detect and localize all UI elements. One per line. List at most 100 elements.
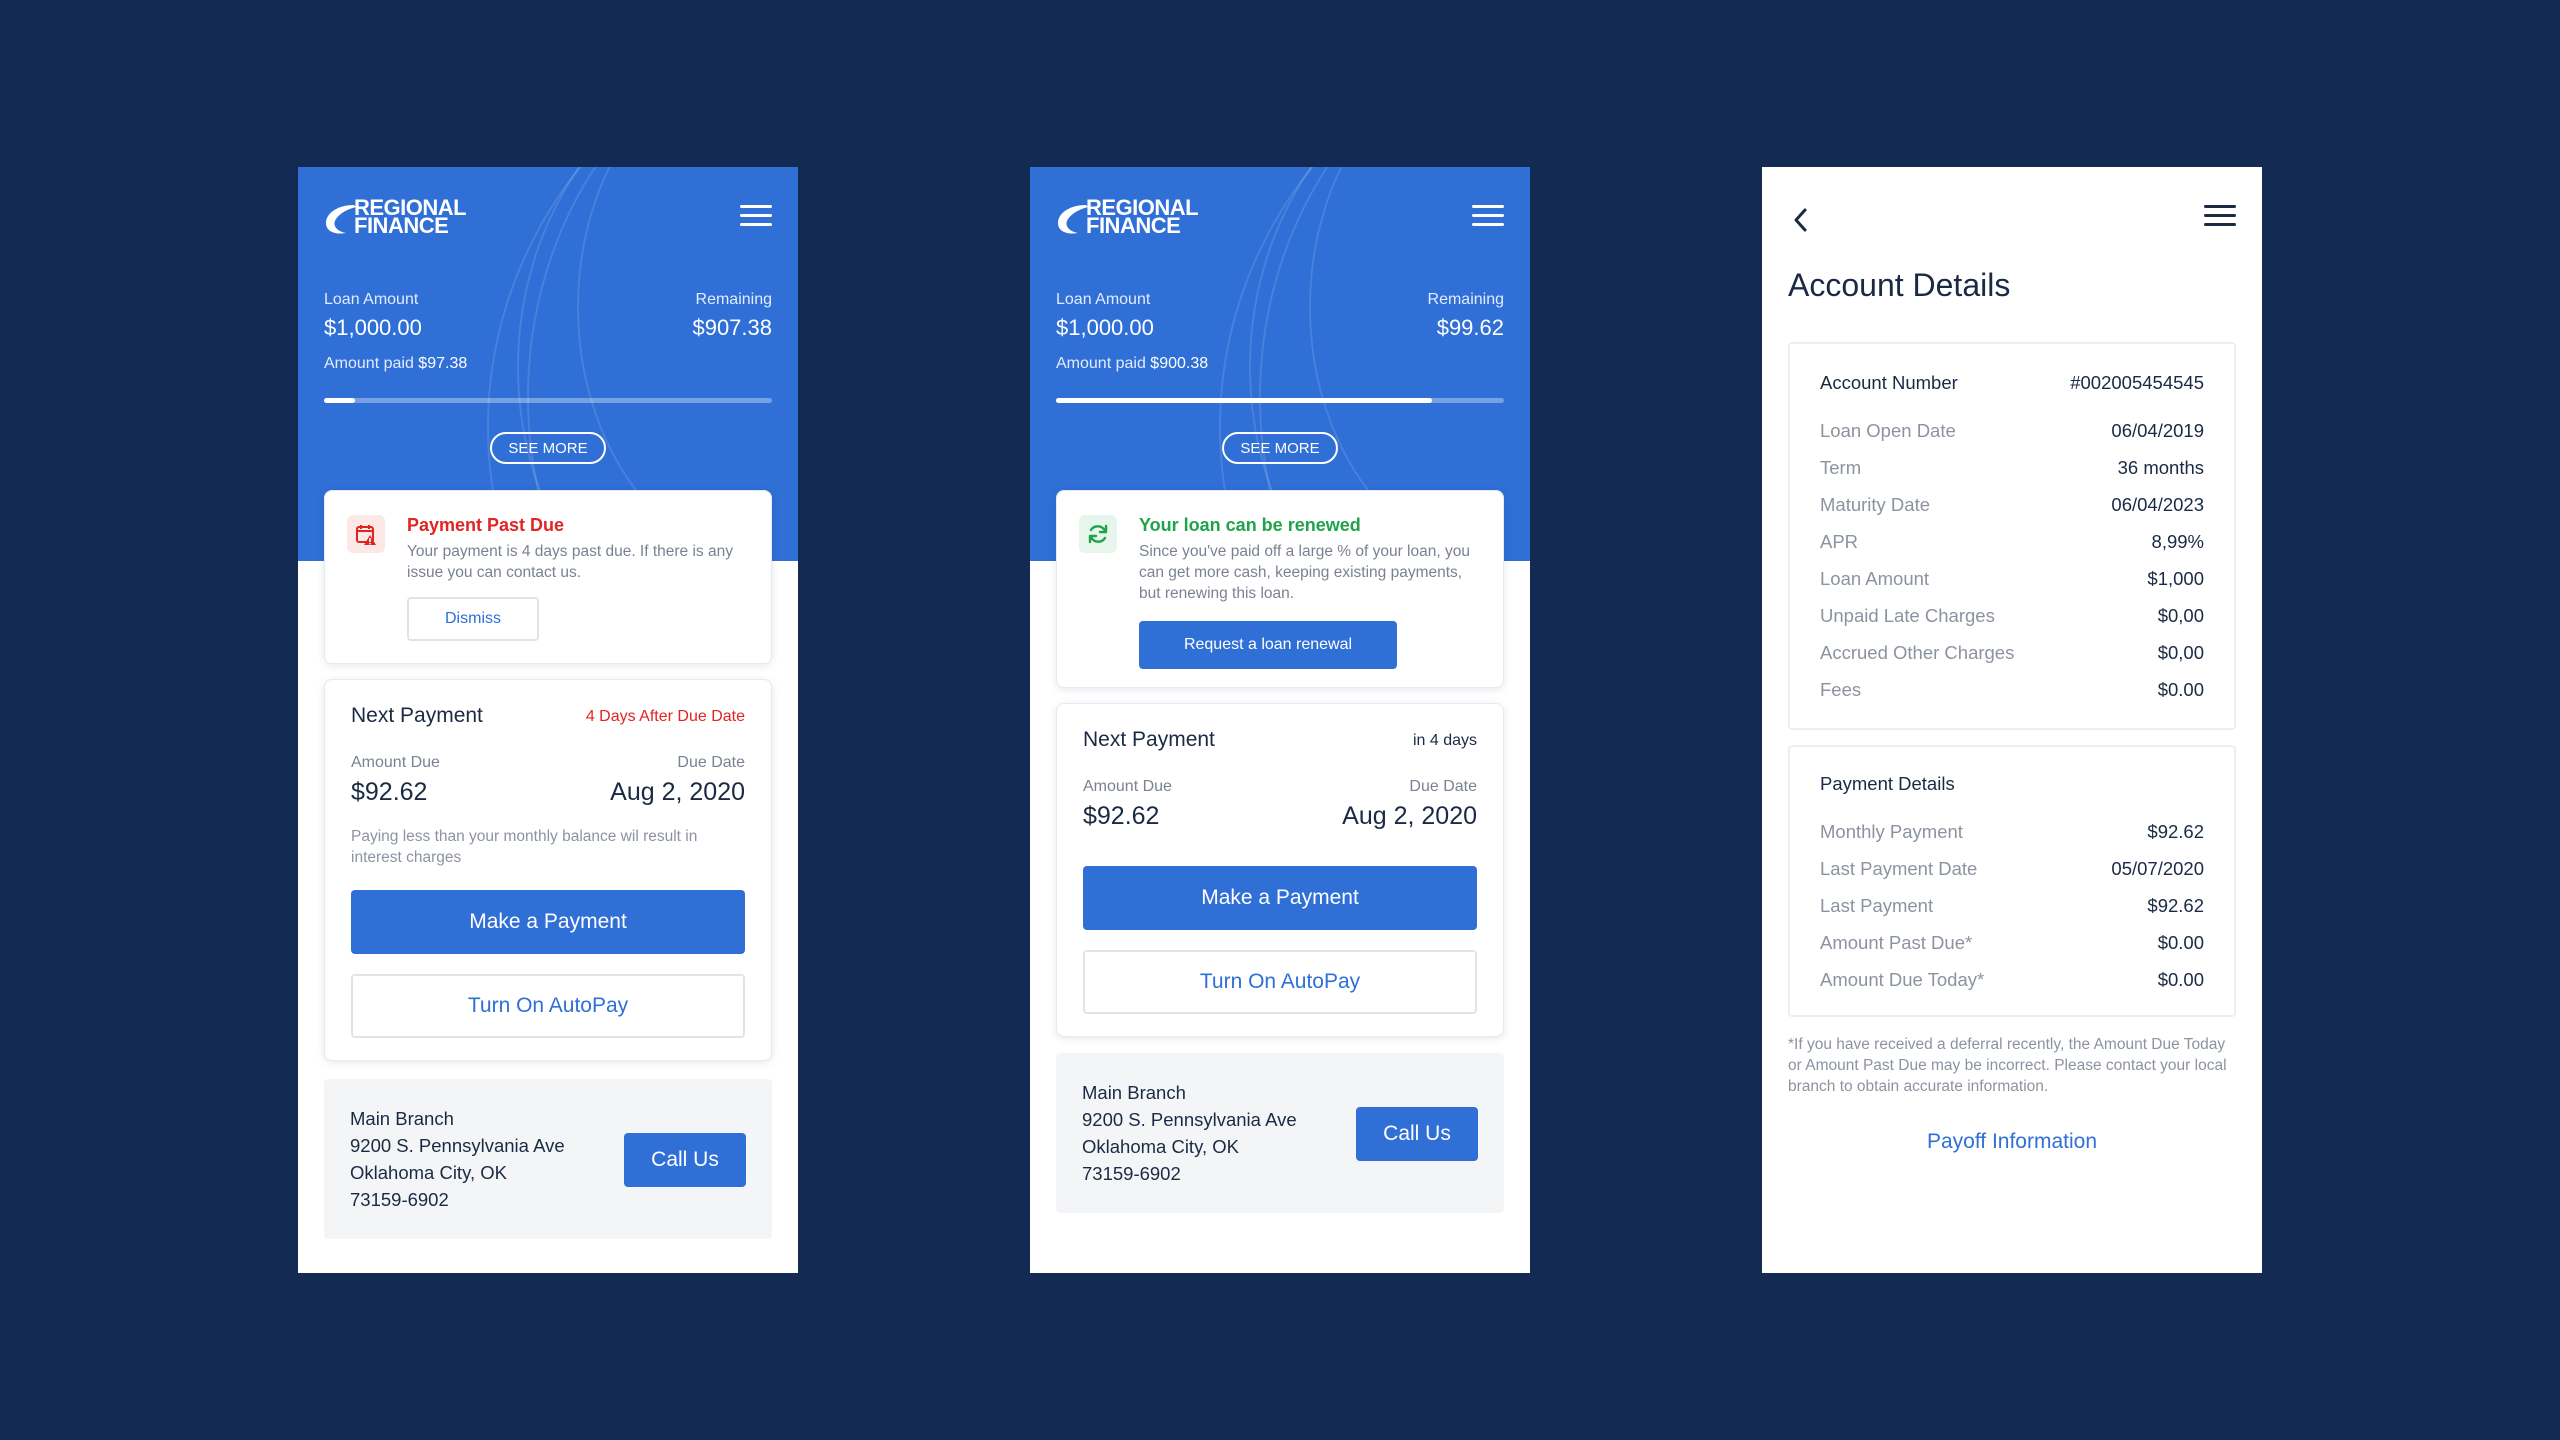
remaining-value: $907.38 bbox=[692, 315, 772, 340]
back-arrow-icon[interactable] bbox=[1792, 207, 1810, 238]
detail-row: Loan Open Date 06/04/2019 bbox=[1820, 420, 2204, 444]
due-status-badge: 4 Days After Due Date bbox=[585, 708, 745, 725]
loan-progress-bar bbox=[324, 398, 772, 403]
amount-due-value: $92.62 bbox=[351, 778, 428, 806]
branch-name: Main Branch bbox=[1082, 1082, 1186, 1103]
detail-row: Accrued Other Charges $0,00 bbox=[1820, 642, 2204, 666]
detail-label: Amount Past Due* bbox=[1820, 932, 1973, 953]
detail-row: Last Payment $92.62 bbox=[1820, 895, 2204, 919]
detail-value: $0,00 bbox=[2157, 642, 2204, 663]
page-title: Account Details bbox=[1788, 267, 2011, 303]
account-info-box: Account Number #002005454545 Loan Open D… bbox=[1788, 342, 2236, 730]
amount-due-value: $92.62 bbox=[1083, 802, 1160, 830]
amount-paid: Amount paid $900.38 bbox=[1056, 355, 1208, 373]
payoff-information-link[interactable]: Payoff Information bbox=[1762, 1130, 2262, 1154]
renewal-alert-card: Your loan can be renewed Since you've pa… bbox=[1056, 490, 1504, 688]
detail-label: Last Payment bbox=[1820, 895, 1934, 916]
detail-value: $0.00 bbox=[2157, 679, 2204, 700]
account-number-row: Account Number #002005454545 bbox=[1820, 372, 2204, 396]
next-payment-card: Next Payment 4 Days After Due Date Amoun… bbox=[324, 679, 772, 1061]
branch-street: 9200 S. Pennsylvania Ave bbox=[350, 1135, 565, 1156]
detail-row: APR 8,99% bbox=[1820, 531, 2204, 555]
autopay-button[interactable]: Turn On AutoPay bbox=[1083, 950, 1477, 1014]
menu-icon[interactable] bbox=[1472, 205, 1504, 229]
regional-finance-logo: REGIONAL FINANCE bbox=[324, 197, 484, 237]
menu-icon[interactable] bbox=[740, 205, 772, 229]
account-number-label: Account Number bbox=[1820, 372, 1958, 393]
request-renewal-button[interactable]: Request a loan renewal bbox=[1139, 621, 1397, 669]
next-payment-card: Next Payment in 4 days Amount Due Due Da… bbox=[1056, 703, 1504, 1037]
make-payment-button[interactable]: Make a Payment bbox=[1083, 866, 1477, 930]
due-date-label: Due Date bbox=[677, 754, 745, 771]
next-payment-title: Next Payment bbox=[351, 704, 483, 727]
detail-value: $92.62 bbox=[2147, 821, 2204, 842]
detail-row: Monthly Payment $92.62 bbox=[1820, 821, 2204, 845]
detail-value: $0,00 bbox=[2157, 605, 2204, 626]
call-us-button[interactable]: Call Us bbox=[1356, 1107, 1478, 1161]
amount-paid-label: Amount paid bbox=[1056, 355, 1146, 372]
next-payment-title: Next Payment bbox=[1083, 728, 1215, 751]
detail-label: Last Payment Date bbox=[1820, 858, 1978, 879]
detail-value: $0.00 bbox=[2157, 969, 2204, 990]
calendar-warning-icon bbox=[347, 515, 385, 553]
see-more-button[interactable]: SEE MORE bbox=[490, 432, 606, 464]
detail-row: Last Payment Date 05/07/2020 bbox=[1820, 858, 2204, 882]
detail-label: APR bbox=[1820, 531, 1859, 552]
detail-value: 36 months bbox=[2117, 457, 2204, 478]
deferral-footnote: *If you have received a deferral recentl… bbox=[1788, 1036, 2227, 1095]
detail-value: 05/07/2020 bbox=[2111, 858, 2204, 879]
detail-row: Amount Past Due* $0.00 bbox=[1820, 932, 2204, 956]
detail-label: Term bbox=[1820, 457, 1862, 478]
account-number-value: #002005454545 bbox=[2070, 372, 2204, 393]
remaining-label: Remaining bbox=[1427, 291, 1504, 308]
interest-note: Paying less than your monthly balance wi… bbox=[351, 828, 698, 866]
phone-screen-past-due: REGIONAL FINANCE Loan Amount $1,000.00 R… bbox=[298, 167, 798, 1273]
branch-card: Main Branch 9200 S. Pennsylvania Ave Okl… bbox=[324, 1079, 772, 1239]
amount-paid-value: $900.38 bbox=[1150, 355, 1209, 372]
detail-label: Loan Amount bbox=[1820, 568, 1930, 589]
due-date-label: Due Date bbox=[1409, 778, 1477, 795]
loan-amount-value: $1,000.00 bbox=[324, 315, 422, 340]
branch-zip: 73159-6902 bbox=[1082, 1163, 1181, 1184]
branch-address: Main Branch 9200 S. Pennsylvania Ave Okl… bbox=[1082, 1079, 1297, 1187]
autopay-button[interactable]: Turn On AutoPay bbox=[351, 974, 745, 1038]
call-us-button[interactable]: Call Us bbox=[624, 1133, 746, 1187]
branch-address: Main Branch 9200 S. Pennsylvania Ave Okl… bbox=[350, 1105, 565, 1213]
branch-street: 9200 S. Pennsylvania Ave bbox=[1082, 1109, 1297, 1130]
logo-text-line2: FINANCE bbox=[1086, 213, 1181, 238]
phone-screen-account-details: Account Details Account Number #00200545… bbox=[1762, 167, 2262, 1273]
alert-text: Since you've paid off a large % of your … bbox=[1139, 543, 1470, 602]
detail-value: $1,000 bbox=[2147, 568, 2204, 589]
detail-value: $92.62 bbox=[2147, 895, 2204, 916]
see-more-button[interactable]: SEE MORE bbox=[1222, 432, 1338, 464]
logo-swoosh-icon bbox=[326, 205, 356, 234]
past-due-alert-card: Payment Past Due Your payment is 4 days … bbox=[324, 490, 772, 664]
amount-due-label: Amount Due bbox=[351, 754, 440, 771]
renew-icon bbox=[1079, 515, 1117, 553]
menu-icon[interactable] bbox=[2204, 205, 2236, 229]
payment-details-title: Payment Details bbox=[1820, 773, 1955, 794]
remaining-label: Remaining bbox=[695, 291, 772, 308]
loan-progress-bar bbox=[1056, 398, 1504, 403]
detail-label: Accrued Other Charges bbox=[1820, 642, 2015, 663]
branch-city: Oklahoma City, OK bbox=[1082, 1136, 1239, 1157]
detail-label: Amount Due Today* bbox=[1820, 969, 1985, 990]
alert-title: Your loan can be renewed bbox=[1139, 515, 1361, 535]
detail-value: 06/04/2023 bbox=[2111, 494, 2204, 515]
due-status-badge: in 4 days bbox=[1412, 732, 1477, 749]
loan-progress-fill bbox=[1056, 398, 1433, 403]
regional-finance-logo: REGIONAL FINANCE bbox=[1056, 197, 1216, 237]
logo-swoosh-icon bbox=[1058, 205, 1088, 234]
branch-name: Main Branch bbox=[350, 1108, 454, 1129]
phone-screen-renewal: REGIONAL FINANCE Loan Amount $1,000.00 R… bbox=[1030, 167, 1530, 1273]
detail-row: Loan Amount $1,000 bbox=[1820, 568, 2204, 592]
make-payment-button[interactable]: Make a Payment bbox=[351, 890, 745, 954]
payment-details-box: Payment Details Monthly Payment $92.62 L… bbox=[1788, 745, 2236, 1017]
detail-row: Term 36 months bbox=[1820, 457, 2204, 481]
alert-text: Your payment is 4 days past due. If ther… bbox=[407, 543, 733, 581]
detail-row: Amount Due Today* $0.00 bbox=[1820, 969, 2204, 993]
due-date-value: Aug 2, 2020 bbox=[610, 778, 745, 806]
dismiss-button[interactable]: Dismiss bbox=[407, 597, 539, 641]
logo-text-line2: FINANCE bbox=[354, 213, 449, 238]
remaining-value: $99.62 bbox=[1436, 315, 1504, 340]
